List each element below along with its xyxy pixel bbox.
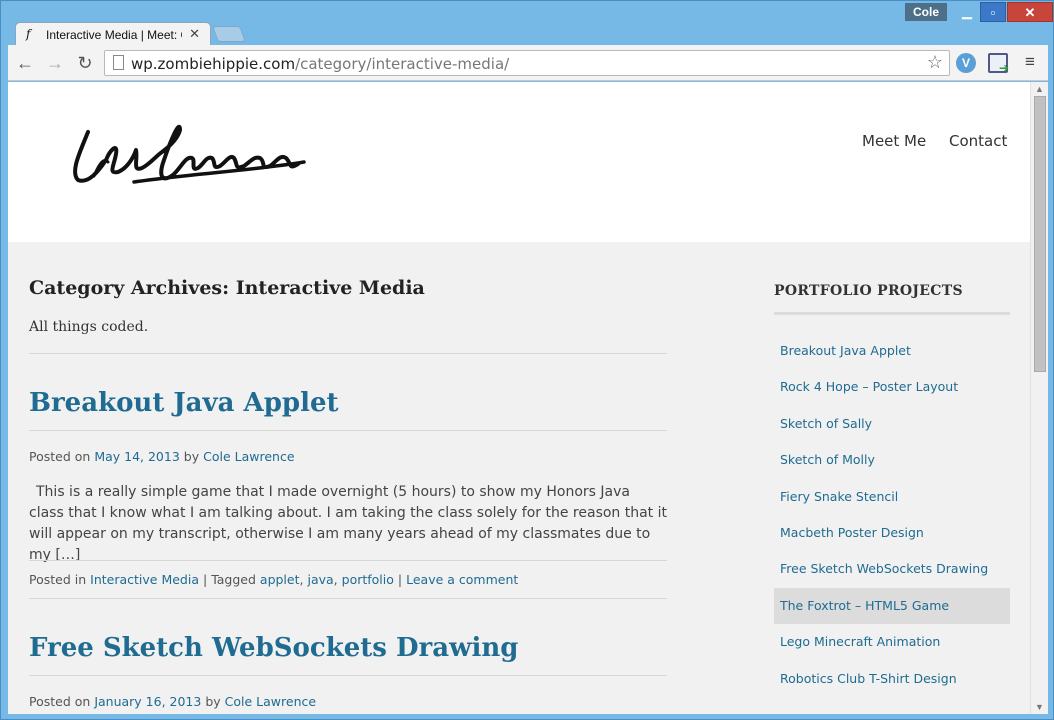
sidebar-item[interactable]: Sketch of Sally bbox=[774, 406, 1010, 442]
separator: | bbox=[397, 572, 403, 587]
extension-v-icon[interactable]: V bbox=[956, 53, 976, 73]
scrollbar[interactable]: ▲ ▼ bbox=[1030, 82, 1048, 714]
post-date-link[interactable]: January 16, 2013 bbox=[94, 694, 201, 709]
page-icon bbox=[113, 55, 124, 70]
sidebar-item[interactable]: Robotics Club T-Shirt Design bbox=[774, 661, 1010, 697]
by-label: by bbox=[205, 694, 221, 709]
tag-link[interactable]: portfolio bbox=[342, 572, 394, 587]
browser-toolbar: ← → ↻ wp.zombiehippie.com/category/inter… bbox=[8, 45, 1048, 81]
divider bbox=[29, 598, 667, 599]
leave-comment-link[interactable]: Leave a comment bbox=[406, 572, 518, 587]
site-favicon-icon: f bbox=[26, 27, 31, 41]
reload-icon[interactable]: ↻ bbox=[74, 52, 96, 74]
sidebar-item[interactable]: Macbeth Poster Design bbox=[774, 515, 1010, 551]
menu-icon[interactable]: ≡ bbox=[1020, 52, 1040, 72]
post-meta: Posted on January 16, 2013 by Cole Lawre… bbox=[29, 694, 316, 709]
tab-active[interactable]: f Interactive Media | Meet: C ✕ bbox=[15, 22, 211, 46]
scroll-thumb[interactable] bbox=[1034, 96, 1046, 372]
archive-description: All things coded. bbox=[29, 319, 149, 335]
back-arrow-icon[interactable]: ← bbox=[14, 52, 36, 74]
post-meta: Posted on May 14, 2013 by Cole Lawrence bbox=[29, 449, 295, 464]
profile-button[interactable]: Cole bbox=[905, 3, 947, 21]
tag-link[interactable]: applet bbox=[260, 572, 300, 587]
forward-arrow-icon[interactable]: → bbox=[44, 52, 66, 74]
maximize-button[interactable]: ▫ bbox=[980, 2, 1006, 22]
divider bbox=[29, 675, 667, 676]
category-link[interactable]: Interactive Media bbox=[90, 572, 199, 587]
url-text[interactable]: wp.zombiehippie.com/category/interactive… bbox=[131, 55, 509, 73]
signature-logo[interactable] bbox=[58, 102, 348, 212]
separator: | bbox=[202, 572, 208, 587]
divider bbox=[29, 430, 667, 431]
comma: , bbox=[299, 572, 304, 587]
post-excerpt: This is a really simple game that I made… bbox=[29, 484, 668, 563]
sidebar-item[interactable]: Breakout Java Applet bbox=[774, 333, 1010, 369]
page-viewport: Meet Me Contact Category Archives: Inter… bbox=[8, 82, 1048, 714]
page-title: Category Archives: Interactive Media bbox=[29, 277, 425, 299]
posted-in-label: Posted in bbox=[29, 572, 87, 587]
address-bar[interactable]: wp.zombiehippie.com/category/interactive… bbox=[104, 50, 950, 76]
sidebar-item[interactable]: Lego Minecraft Animation bbox=[774, 624, 1010, 660]
minimize-button[interactable]: ▁ bbox=[955, 2, 979, 22]
widget-title: PORTFOLIO PROJECTS bbox=[774, 283, 963, 299]
sidebar-item[interactable]: Free Sketch WebSockets Drawing bbox=[774, 551, 1010, 587]
sidebar-item[interactable]: Rock 4 Hope – Poster Layout bbox=[774, 369, 1010, 405]
sidebar-item[interactable]: The Foxtrot – HTML5 Game bbox=[774, 587, 1010, 624]
browser-window: f Interactive Media | Meet: C ✕ Cole ▁ ▫… bbox=[0, 0, 1054, 720]
scroll-up-icon[interactable]: ▲ bbox=[1035, 84, 1044, 94]
comma: , bbox=[333, 572, 338, 587]
posted-on-label: Posted on bbox=[29, 694, 91, 709]
url-path: /category/interactive-media/ bbox=[295, 55, 510, 73]
post-title[interactable]: Breakout Java Applet bbox=[29, 388, 339, 418]
sidebar-item[interactable]: Fiery Snake Stencil bbox=[774, 479, 1010, 515]
close-window-button[interactable]: ✕ bbox=[1007, 2, 1053, 22]
bookmark-star-icon[interactable]: ☆ bbox=[927, 52, 943, 73]
tab-strip: f Interactive Media | Meet: C ✕ Cole ▁ ▫… bbox=[1, 1, 1054, 46]
divider bbox=[29, 560, 667, 561]
post-footer-meta: Posted in Interactive Media | Tagged app… bbox=[29, 572, 518, 587]
tab-title: Interactive Media | Meet: C bbox=[46, 28, 182, 42]
post-date-link[interactable]: May 14, 2013 bbox=[94, 449, 179, 464]
site-header: Meet Me Contact bbox=[8, 82, 1030, 242]
extension-cast-icon[interactable] bbox=[988, 53, 1009, 75]
posted-on-label: Posted on bbox=[29, 449, 91, 464]
post-author-link[interactable]: Cole Lawrence bbox=[203, 449, 294, 464]
tab-close-icon[interactable]: ✕ bbox=[189, 26, 200, 42]
post-title[interactable]: Free Sketch WebSockets Drawing bbox=[29, 633, 518, 663]
new-tab-button[interactable] bbox=[212, 26, 246, 42]
nav-meet-me[interactable]: Meet Me bbox=[862, 132, 926, 150]
sidebar-item[interactable]: Sketch of Molly bbox=[774, 442, 1010, 478]
divider bbox=[29, 353, 667, 354]
scroll-down-icon[interactable]: ▼ bbox=[1035, 702, 1044, 712]
tagged-label: Tagged bbox=[211, 572, 256, 587]
url-host: wp.zombiehippie.com bbox=[131, 55, 296, 73]
by-label: by bbox=[183, 449, 200, 464]
nav-contact[interactable]: Contact bbox=[949, 132, 1007, 150]
post-author-link[interactable]: Cole Lawrence bbox=[225, 694, 316, 709]
tag-link[interactable]: java bbox=[307, 572, 333, 587]
widget-divider bbox=[774, 312, 1010, 315]
